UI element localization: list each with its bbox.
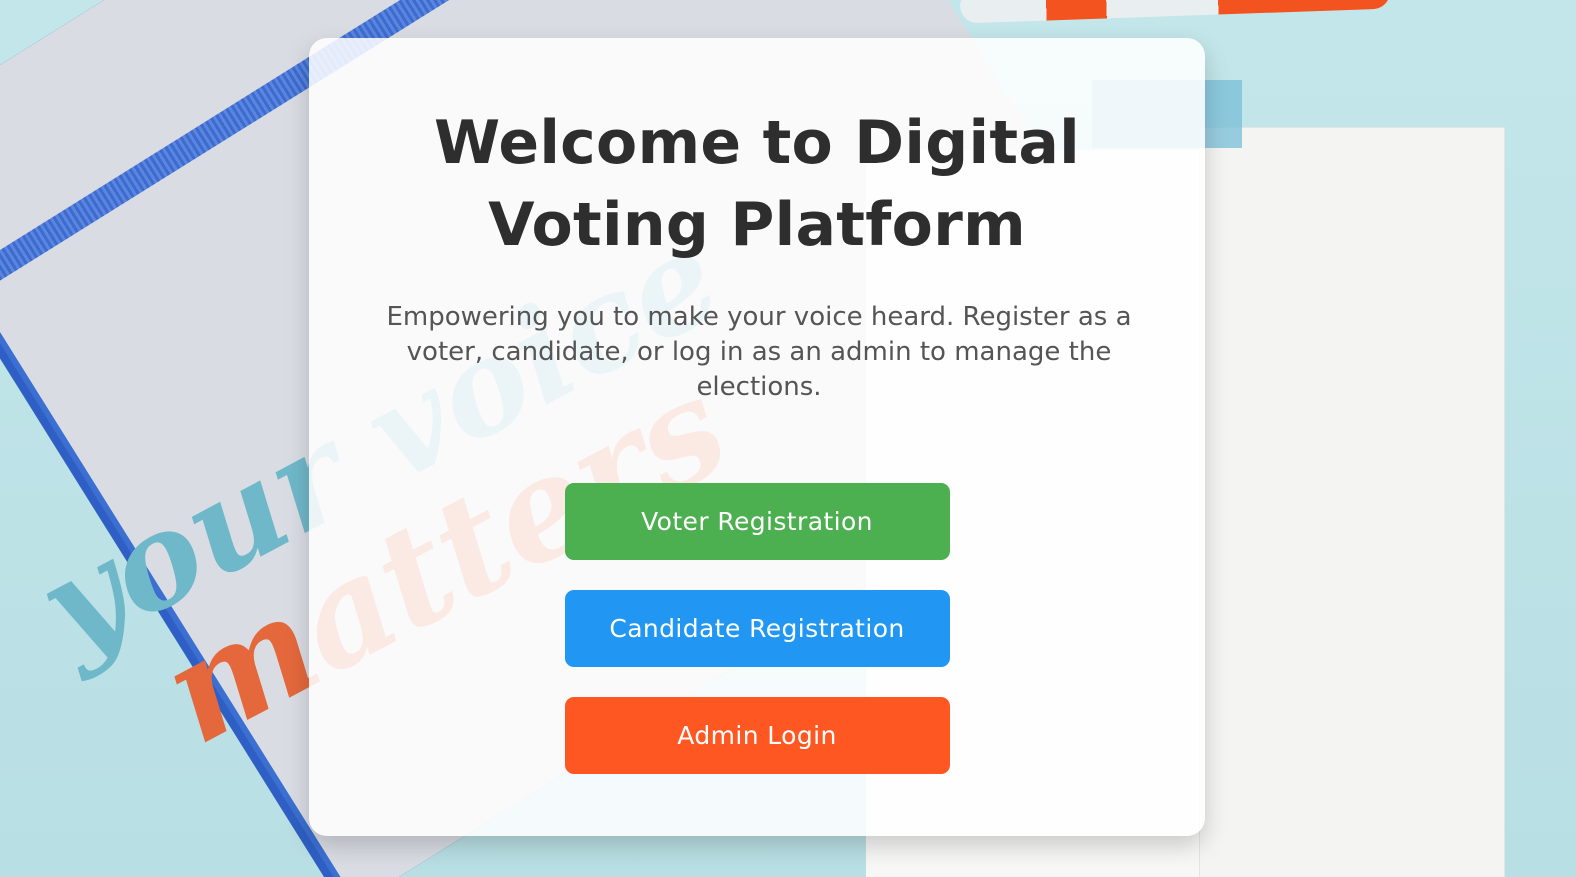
voter-registration-button[interactable]: Voter Registration: [564, 483, 950, 560]
welcome-card: Welcome to Digital Voting Platform Empow…: [309, 38, 1205, 836]
page-subtitle: Empowering you to make your voice heard.…: [386, 302, 1132, 402]
background-paper: [1200, 128, 1504, 877]
action-buttons: Voter Registration Candidate Registratio…: [349, 483, 1165, 774]
admin-login-button[interactable]: Admin Login: [564, 697, 950, 774]
page-title: Welcome to Digital Voting Platform: [433, 108, 1080, 260]
candidate-registration-button[interactable]: Candidate Registration: [564, 590, 950, 667]
background-pen: [959, 0, 1391, 24]
